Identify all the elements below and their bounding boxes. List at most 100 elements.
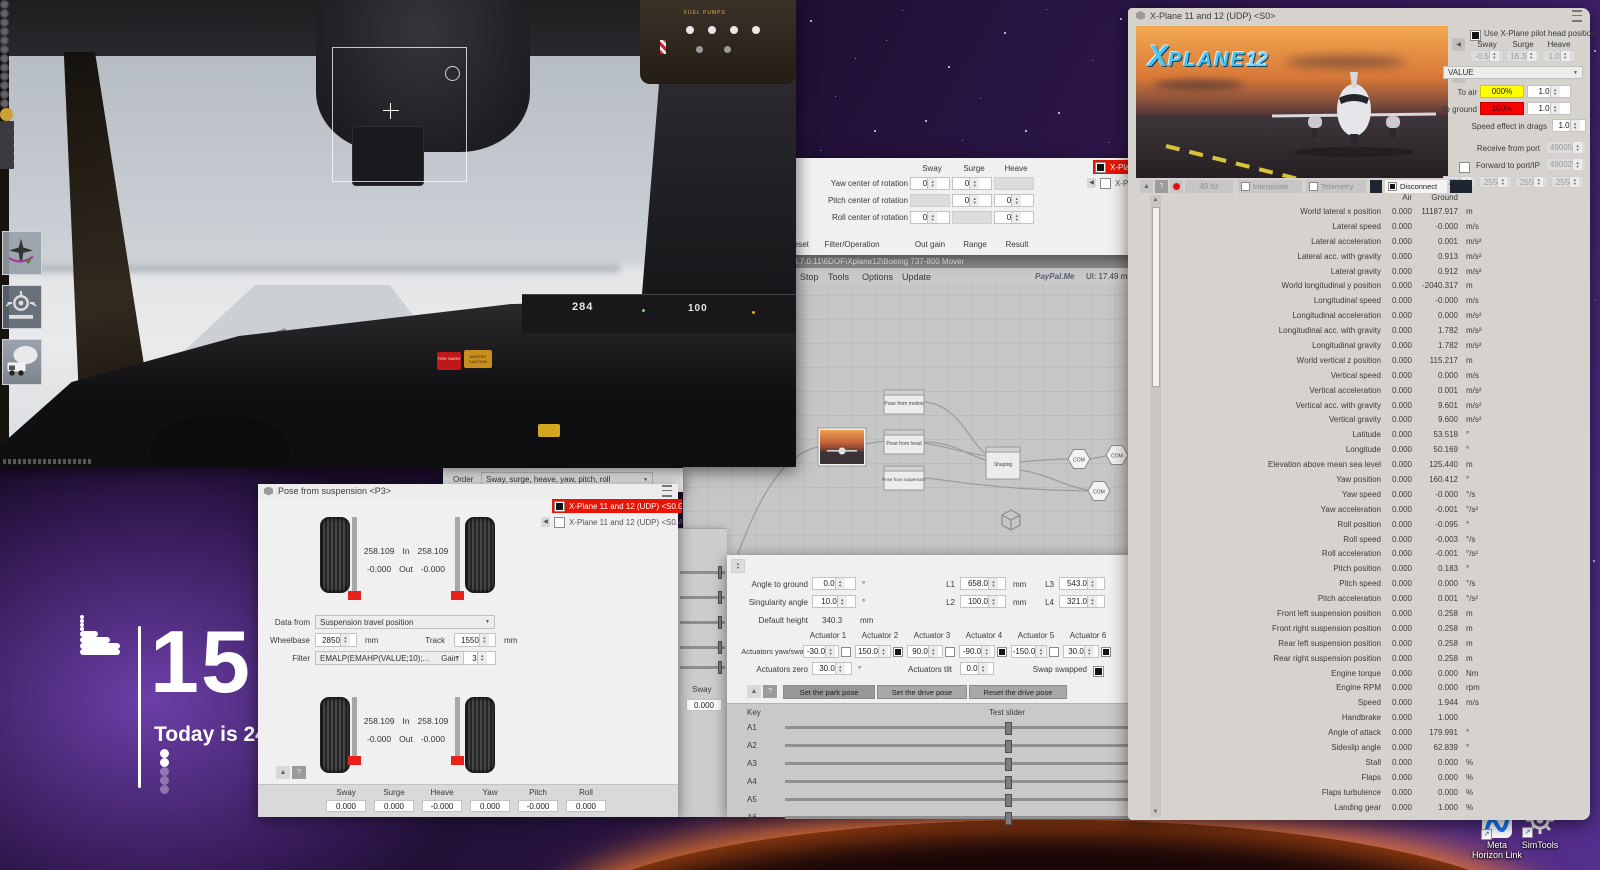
- front-left-slider[interactable]: [352, 517, 357, 597]
- collapse-button[interactable]: ▲: [747, 685, 761, 698]
- menu-options[interactable]: Options: [862, 272, 893, 282]
- rear-left-slider[interactable]: [352, 697, 357, 763]
- actuator-yaw-input[interactable]: -150.0: [1011, 645, 1047, 658]
- telemetry-row[interactable]: Yaw acceleration0.000-0.001°/s²: [1158, 502, 1588, 517]
- spinner[interactable]: [1497, 177, 1507, 187]
- reset-drive-pose-button[interactable]: Reset the drive pose: [969, 685, 1067, 699]
- actuator-yaw-input[interactable]: 30.0: [1063, 645, 1099, 658]
- test-slider-track[interactable]: [785, 780, 1132, 783]
- gain-input[interactable]: 3: [463, 651, 496, 665]
- head-heave-input[interactable]: 1.0: [1542, 50, 1576, 62]
- telemetry-row[interactable]: Elevation above mean sea level0.000125.4…: [1158, 457, 1588, 472]
- panel-button[interactable]: [0, 121, 14, 129]
- telemetry-row[interactable]: Longitudinal acc. with gravity0.0001.782…: [1158, 323, 1588, 338]
- head-sway-input[interactable]: -0.5: [1470, 50, 1504, 62]
- telemetry-row[interactable]: Angle of attack0.000179.991°: [1158, 725, 1588, 740]
- source-checkbox[interactable]: [1095, 162, 1106, 173]
- rotation-cell-input[interactable]: 0: [994, 194, 1034, 207]
- spinner[interactable]: [837, 596, 847, 607]
- telemetry-row[interactable]: Roll position0.000-0.095°: [1158, 517, 1588, 532]
- telemetry-row[interactable]: Pitch acceleration0.0000.001°/s²: [1158, 591, 1588, 606]
- pedestal-knob[interactable]: [0, 54, 9, 63]
- telemetry-row[interactable]: Longitude0.00050.169°: [1158, 442, 1588, 457]
- telemetry-row[interactable]: Vertical speed0.0000.000m/s: [1158, 368, 1588, 383]
- com-node-1[interactable]: COM: [1068, 450, 1090, 469]
- spinner[interactable]: [1569, 177, 1579, 187]
- image-node[interactable]: [818, 428, 866, 466]
- receive-port-input[interactable]: 49005: [1546, 141, 1586, 154]
- telemetry-row[interactable]: Lateral gravity0.0000.912m/s²: [1158, 264, 1588, 279]
- help-button[interactable]: ?: [292, 766, 306, 779]
- telemetry-row[interactable]: Engine RPM0.0000.000rpm: [1158, 681, 1588, 696]
- sim-flightpath-tool[interactable]: [2, 231, 42, 275]
- swap-swapped-checkbox[interactable]: [1093, 666, 1104, 677]
- actuator-swap-checkbox[interactable]: [997, 647, 1007, 657]
- source-checkbox[interactable]: [1100, 178, 1111, 189]
- actuator-swap-checkbox[interactable]: [1101, 647, 1111, 657]
- rotation-cell-input[interactable]: 0: [910, 177, 950, 190]
- telemetry-row[interactable]: World vertical z position0.000115.217m: [1158, 353, 1588, 368]
- angle-input[interactable]: 0.0: [812, 577, 856, 590]
- test-slider-track[interactable]: [785, 798, 1132, 801]
- telemetry-row[interactable]: Front left suspension position0.0000.258…: [1158, 606, 1588, 621]
- telemetry-row[interactable]: Speed0.0001.944m/s: [1158, 695, 1588, 710]
- spinner[interactable]: [1572, 159, 1582, 170]
- panel-button[interactable]: [0, 145, 14, 153]
- front-left-slider-thumb[interactable]: [348, 591, 361, 600]
- telemetry-row[interactable]: Engine torque0.0000.000Nm: [1158, 666, 1588, 681]
- actuator-yaw-input[interactable]: 90.0: [907, 645, 943, 658]
- telemetry-row[interactable]: Landing gear0.0001.000%: [1158, 800, 1588, 815]
- actuator-swap-checkbox[interactable]: [945, 647, 955, 657]
- to-ground-gain[interactable]: 1.0: [1527, 102, 1571, 115]
- telemetry-row[interactable]: Stall0.0000.000%: [1158, 755, 1588, 770]
- spinner[interactable]: [1087, 578, 1097, 589]
- paypal-link[interactable]: PayPal.Me: [1035, 272, 1075, 281]
- rear-right-slider-thumb[interactable]: [451, 756, 464, 765]
- spinner[interactable]: [1550, 103, 1560, 114]
- telemetry-row[interactable]: Vertical acceleration0.0000.001m/s²: [1158, 383, 1588, 398]
- actuator-swap-checkbox[interactable]: [1049, 647, 1059, 657]
- pedestal-knob[interactable]: [0, 99, 9, 108]
- to-air-percent[interactable]: 000%: [1480, 85, 1524, 98]
- test-slider-thumb[interactable]: [1005, 812, 1012, 825]
- spinner[interactable]: [988, 578, 998, 589]
- track-input[interactable]: 1550: [454, 633, 496, 647]
- help-button[interactable]: ?: [763, 685, 777, 698]
- spinner[interactable]: [1489, 51, 1499, 61]
- banner-collapse-button[interactable]: ◀: [1452, 38, 1465, 51]
- telemetry-row[interactable]: Handbrake0.0001.000: [1158, 710, 1588, 725]
- telemetry-row[interactable]: Lateral acceleration0.0000.001m/s²: [1158, 234, 1588, 249]
- to-ground-percent[interactable]: 100%: [1480, 102, 1524, 115]
- source-collapse-button[interactable]: ◀: [541, 517, 550, 527]
- spinner[interactable]: [1572, 142, 1582, 153]
- front-right-slider[interactable]: [455, 517, 460, 597]
- pose-node-2[interactable]: Pose from head: [884, 430, 924, 454]
- spinner[interactable]: [1087, 596, 1097, 607]
- spinner[interactable]: [988, 596, 998, 607]
- test-slider-track[interactable]: [785, 726, 1132, 729]
- window-menu-icon[interactable]: [1572, 10, 1582, 22]
- rotation-cell-input[interactable]: 0: [952, 194, 992, 207]
- spinner[interactable]: [835, 663, 845, 674]
- panel-button[interactable]: [0, 153, 14, 161]
- telemetry-row[interactable]: Longitudinal gravity0.0001.782m/s²: [1158, 338, 1588, 353]
- telemetry-row[interactable]: Yaw speed0.000-0.000°/s: [1158, 487, 1588, 502]
- actuator-swap-checkbox[interactable]: [893, 647, 903, 657]
- speed-effect-input[interactable]: 1.0: [1552, 119, 1586, 132]
- pedestal-knob[interactable]: [0, 36, 9, 45]
- pedestal-knob[interactable]: [0, 18, 9, 27]
- telemetry-row[interactable]: Vertical acc. with gravity0.0009.601m/s²: [1158, 398, 1588, 413]
- pose-node-1[interactable]: Pose from motion: [884, 390, 924, 414]
- telemetry-row[interactable]: Latitude0.00053.518°: [1158, 427, 1588, 442]
- telemetry-row[interactable]: Lateral speed0.000-0.000m/s: [1158, 219, 1588, 234]
- collapse-button[interactable]: ▲: [1140, 180, 1153, 193]
- actuator-yaw-input[interactable]: 150.0: [855, 645, 891, 658]
- panel-button[interactable]: [0, 129, 14, 137]
- telemetry-row[interactable]: Rear right suspension position0.0000.258…: [1158, 651, 1588, 666]
- zero-input[interactable]: 30.0: [812, 662, 852, 675]
- rotation-cell-input[interactable]: [910, 194, 950, 207]
- xplane-sim-window[interactable]: FUEL PUMPS 284 100 FIRE WARN MASTER CAUT…: [0, 0, 796, 467]
- pedestal-knob[interactable]: [0, 45, 9, 54]
- spinner[interactable]: [1533, 177, 1543, 187]
- telemetry-row[interactable]: Rear left suspension position0.0000.258m: [1158, 636, 1588, 651]
